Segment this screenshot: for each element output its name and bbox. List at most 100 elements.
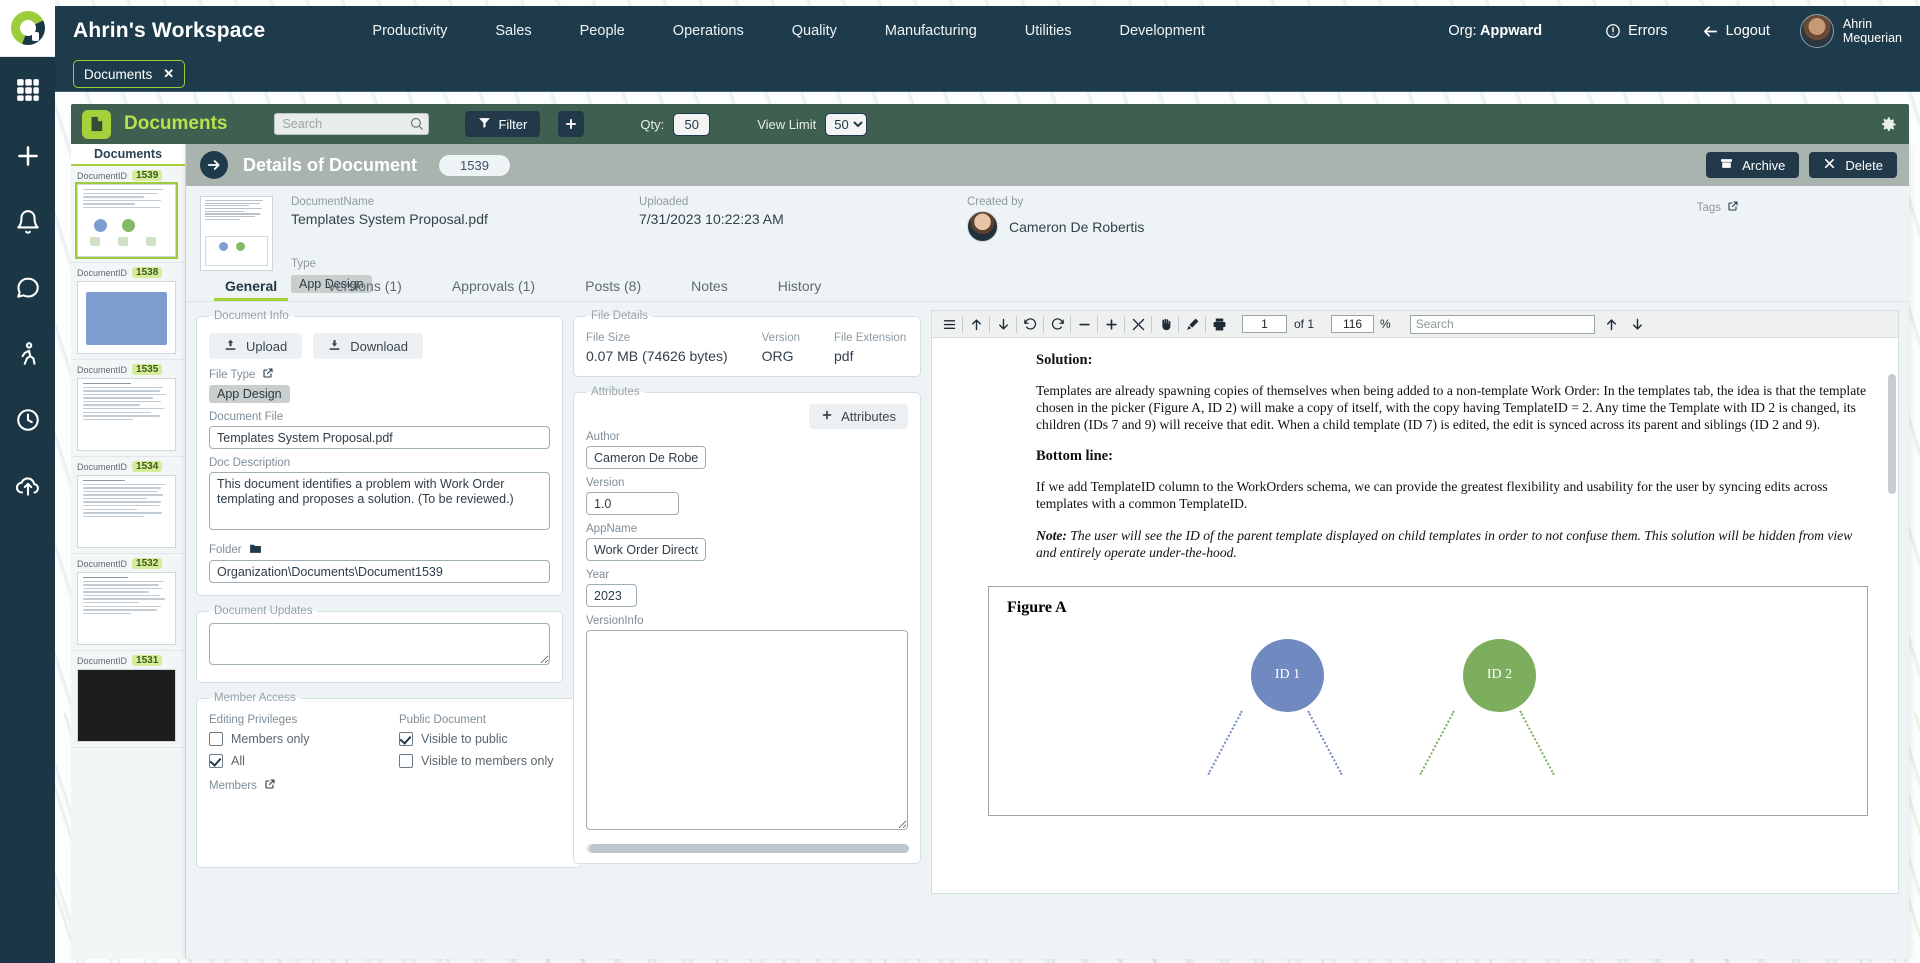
external-link-icon[interactable] xyxy=(1727,200,1739,215)
nav-item-development[interactable]: Development xyxy=(1096,23,1229,39)
arrow-right-icon xyxy=(207,160,220,170)
qty-input[interactable] xyxy=(673,112,711,136)
search-next-icon[interactable] xyxy=(1625,313,1651,335)
members-link[interactable]: Members xyxy=(209,778,569,793)
highlight-icon[interactable] xyxy=(1179,313,1205,335)
external-link-icon[interactable] xyxy=(262,367,274,382)
pdf-search-input[interactable] xyxy=(1409,314,1595,334)
settings-gear-button[interactable] xyxy=(1879,115,1898,134)
tab-general[interactable]: General xyxy=(200,278,302,301)
tab-notes[interactable]: Notes xyxy=(666,278,753,301)
rail-item-messages[interactable] xyxy=(0,255,55,321)
zoom-in-icon[interactable] xyxy=(1098,313,1124,335)
rotate-ccw-icon[interactable] xyxy=(1017,313,1043,335)
rotate-cw-icon[interactable] xyxy=(1044,313,1070,335)
errors-button[interactable]: Errors xyxy=(1605,23,1668,39)
arrow-down-icon[interactable] xyxy=(990,313,1016,335)
view-limit-select[interactable]: 50 xyxy=(825,112,868,136)
org-indicator: Org: Appward xyxy=(1448,23,1542,39)
rail-item-add[interactable] xyxy=(0,123,55,189)
zoom-unit-label: % xyxy=(1380,317,1391,331)
tab-history[interactable]: History xyxy=(753,278,847,301)
avatar xyxy=(1799,14,1834,48)
nav-item-operations[interactable]: Operations xyxy=(649,23,768,39)
visible-members-checkbox-row[interactable]: Visible to members only xyxy=(399,754,569,768)
pdf-heading-bottom-line: Bottom line: xyxy=(1036,448,1113,465)
page-number-input[interactable] xyxy=(1242,315,1287,333)
list-item[interactable]: DocumentID 1539 xyxy=(71,166,185,263)
arrow-up-icon[interactable] xyxy=(963,313,989,335)
editing-privileges-label: Editing Privileges xyxy=(209,714,298,726)
nav-item-sales[interactable]: Sales xyxy=(471,23,555,39)
visible-public-checkbox-row[interactable]: Visible to public xyxy=(399,732,569,746)
hand-icon[interactable] xyxy=(1152,313,1178,335)
zoom-out-icon[interactable] xyxy=(1071,313,1097,335)
list-item[interactable]: DocumentID 1535 xyxy=(71,360,185,457)
folder-input[interactable] xyxy=(209,560,550,583)
attr-version-input[interactable] xyxy=(586,492,679,515)
zoom-input[interactable] xyxy=(1331,315,1375,333)
horizontal-scrollbar[interactable] xyxy=(586,844,909,853)
filter-button[interactable]: Filter xyxy=(465,111,541,137)
appname-input[interactable] xyxy=(586,538,706,561)
file-size-label: File Size xyxy=(586,332,631,344)
all-checkbox[interactable] xyxy=(209,754,223,768)
print-icon[interactable] xyxy=(1206,313,1232,335)
list-item-label: DocumentID xyxy=(77,364,128,375)
list-item[interactable]: DocumentID 1531 xyxy=(71,651,185,748)
user-menu[interactable]: Ahrin Mequerian xyxy=(1799,14,1902,48)
tab-versions[interactable]: Versions (1) xyxy=(302,278,427,301)
plus-icon xyxy=(17,146,38,166)
nav-item-manufacturing[interactable]: Manufacturing xyxy=(861,23,1001,39)
year-input[interactable] xyxy=(586,584,637,607)
tags-section[interactable]: Tags xyxy=(1697,200,1739,215)
list-item[interactable]: DocumentID 1532 xyxy=(71,554,185,651)
add-document-button[interactable] xyxy=(558,111,585,137)
members-only-checkbox-row[interactable]: Members only xyxy=(209,732,349,746)
rail-item-upload[interactable] xyxy=(0,453,55,519)
back-button[interactable] xyxy=(200,151,228,179)
fit-icon[interactable] xyxy=(1125,313,1151,335)
document-details-panel: Details of Document 1539 Archive Delete xyxy=(186,144,1909,959)
rail-item-activity[interactable] xyxy=(0,321,55,387)
tab-posts[interactable]: Posts (8) xyxy=(560,278,666,301)
list-item[interactable]: DocumentID 1538 xyxy=(71,263,185,360)
archive-button[interactable]: Archive xyxy=(1706,152,1800,178)
list-item-label: DocumentID xyxy=(77,267,128,278)
nav-item-people[interactable]: People xyxy=(556,23,649,39)
app-logo[interactable] xyxy=(0,0,55,57)
search-prev-icon[interactable] xyxy=(1599,313,1625,335)
download-button[interactable]: Download xyxy=(313,333,424,359)
add-attributes-button[interactable]: Attributes xyxy=(809,404,908,429)
open-tab-documents[interactable]: Documents ✕ xyxy=(73,60,186,88)
delete-button[interactable]: Delete xyxy=(1809,152,1897,178)
document-file-input[interactable] xyxy=(209,426,550,449)
all-checkbox-row[interactable]: All xyxy=(209,754,349,768)
nav-item-productivity[interactable]: Productivity xyxy=(348,23,471,39)
visible-to-members-checkbox[interactable] xyxy=(399,754,413,768)
rail-item-notifications[interactable] xyxy=(0,189,55,255)
rail-item-apps[interactable] xyxy=(0,57,55,123)
tab-approvals[interactable]: Approvals (1) xyxy=(427,278,560,301)
close-icon xyxy=(1823,157,1836,173)
list-item[interactable]: DocumentID 1534 xyxy=(71,457,185,554)
document-updates-textarea[interactable] xyxy=(209,623,550,665)
close-icon[interactable]: ✕ xyxy=(163,66,174,82)
pdf-page-content[interactable]: Solution: Templates are already spawning… xyxy=(932,338,1898,893)
visible-to-public-checkbox[interactable] xyxy=(399,732,413,746)
members-only-checkbox[interactable] xyxy=(209,732,223,746)
menu-icon[interactable] xyxy=(936,313,962,335)
versioninfo-textarea[interactable] xyxy=(586,630,908,830)
pdf-toolbar: of 1 % xyxy=(932,311,1898,338)
rail-item-history[interactable] xyxy=(0,387,55,453)
nav-item-utilities[interactable]: Utilities xyxy=(1001,23,1096,39)
pdf-vertical-scrollbar[interactable] xyxy=(1888,374,1896,494)
logout-button[interactable]: Logout xyxy=(1702,23,1770,40)
external-link-icon[interactable] xyxy=(264,778,276,793)
nav-item-quality[interactable]: Quality xyxy=(768,23,861,39)
document-preview-thumbnail[interactable] xyxy=(200,196,273,271)
doc-description-textarea[interactable] xyxy=(209,472,550,530)
author-input[interactable] xyxy=(586,446,706,469)
upload-button[interactable]: Upload xyxy=(209,333,303,359)
search-input[interactable] xyxy=(274,113,430,135)
